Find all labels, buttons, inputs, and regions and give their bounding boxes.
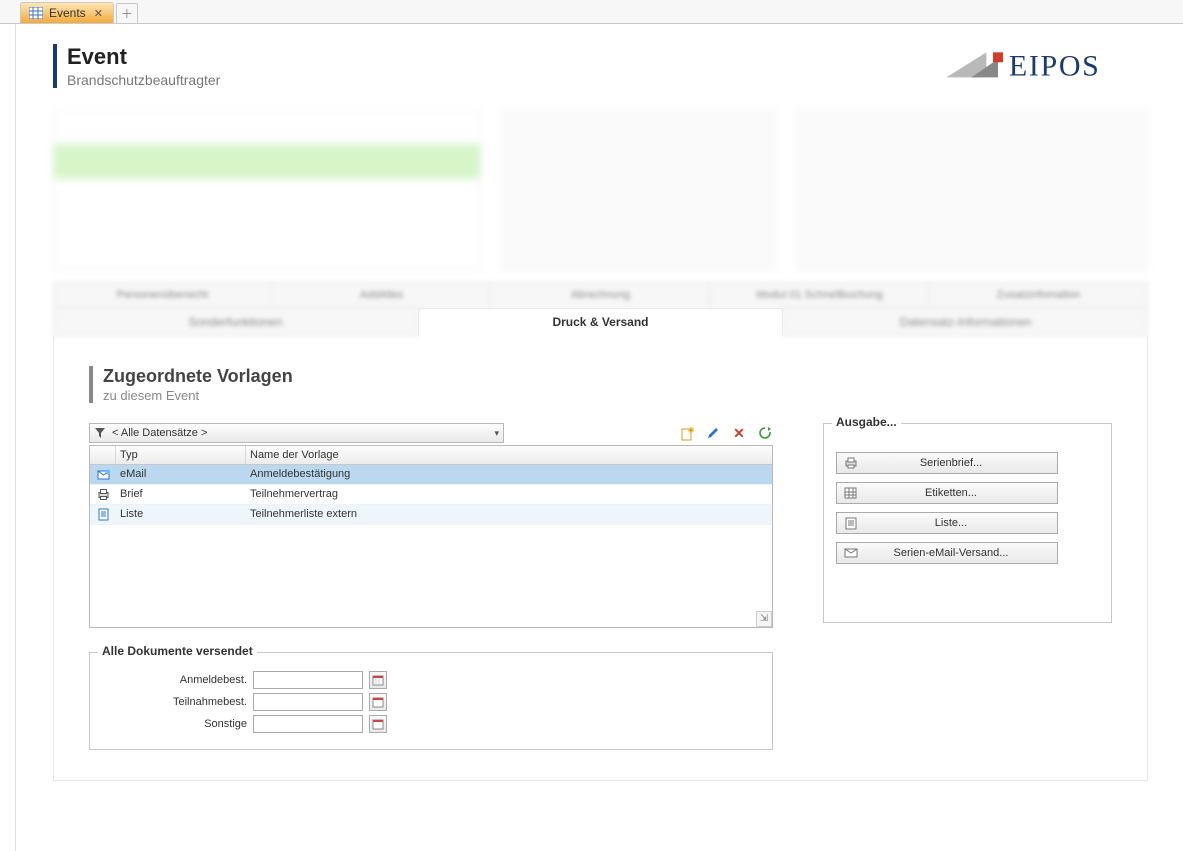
filter-text: < Alle Datensätze > (112, 427, 488, 439)
cell-typ: Brief (116, 485, 246, 504)
tab-zusatz[interactable]: Zusatzinfomation (929, 282, 1148, 308)
logo: EIPOS (928, 44, 1148, 84)
tab-modul01[interactable]: Modul 01 Schnellbuchung (710, 282, 929, 308)
table-row[interactable]: eMailAnmeldebestätigung (90, 465, 772, 485)
summary-card-general (53, 110, 481, 270)
cell-name: Teilnehmervertrag (246, 485, 772, 504)
section-title: Zugeordnete Vorlagen (103, 366, 1112, 387)
vorlagen-table: Typ Name der Vorlage eMailAnmeldebestäti… (89, 445, 773, 628)
col-icon[interactable] (90, 446, 116, 464)
grid-icon (837, 487, 865, 499)
liste-button[interactable]: Liste... (836, 512, 1058, 534)
table-icon (29, 7, 43, 19)
teilnahmebest-input[interactable] (253, 693, 363, 711)
cell-name: Anmeldebestätigung (246, 465, 772, 484)
serienbrief-button[interactable]: Serienbrief... (836, 452, 1058, 474)
tab-druck-versand[interactable]: Druck & Versand (418, 308, 783, 336)
sonstige-datepicker[interactable] (369, 715, 387, 733)
expand-handle[interactable]: ⇲ (756, 611, 772, 627)
col-typ[interactable]: Typ (116, 446, 246, 464)
cell-typ: eMail (116, 465, 246, 484)
list-icon (90, 505, 116, 524)
alle-dokumente-legend: Alle Dokumente versendet (98, 644, 257, 658)
teilnahmebest-datepicker[interactable] (369, 693, 387, 711)
chevron-down-icon: ▾ (494, 428, 499, 439)
page-subtitle: Brandschutzbeauftragter (67, 72, 220, 88)
teilnahmebest-label: Teilnahmebest. (102, 696, 247, 708)
close-icon[interactable]: ✕ (92, 7, 105, 20)
tab-addalles[interactable]: AddAlles (272, 282, 491, 308)
tab-strip: Events ✕ ＋ (0, 0, 1183, 24)
edit-record-button[interactable] (705, 425, 721, 441)
page-header: Event Brandschutzbeauftragter EIPOS (53, 44, 1148, 88)
anmeldebest-label: Anmeldebest. (102, 674, 247, 686)
gutter (0, 24, 16, 851)
refresh-button[interactable] (757, 425, 773, 441)
ausgabe-legend: Ausgabe... (832, 415, 901, 429)
section-tabs-bottom: Sonderfunktionen Druck & Versand Datensa… (53, 308, 1148, 336)
list-icon (837, 517, 865, 530)
alle-dokumente-fieldset: Alle Dokumente versendet Anmeldebest. Te… (89, 652, 773, 750)
sonstige-input[interactable] (253, 715, 363, 733)
delete-record-button[interactable]: ✕ (731, 425, 747, 441)
table-row[interactable]: ListeTeilnehmerliste extern (90, 505, 772, 525)
table-row[interactable]: BriefTeilnehmervertrag (90, 485, 772, 505)
cell-name: Teilnehmerliste extern (246, 505, 772, 524)
tab-events[interactable]: Events ✕ (20, 2, 114, 23)
section-tabs-top: Personenübersicht AddAlles Abrechnung Mo… (53, 282, 1148, 308)
tab-abrechnung[interactable]: Abrechnung (491, 282, 710, 308)
serien-email-button[interactable]: Serien-eMail-Versand... (836, 542, 1058, 564)
funnel-icon (94, 427, 106, 439)
sonstige-label: Sonstige (102, 718, 247, 730)
summary-card-dates (501, 110, 777, 270)
section-subtitle: zu diesem Event (103, 388, 1112, 403)
summary-row (53, 110, 1148, 270)
cell-typ: Liste (116, 505, 246, 524)
tab-datensatz-info[interactable]: Datensatz-Informationen (783, 308, 1148, 336)
anmeldebest-input[interactable] (253, 671, 363, 689)
tab-personen[interactable]: Personenübersicht (53, 282, 272, 308)
page-title: Event (67, 44, 220, 70)
mail-icon (90, 465, 116, 484)
new-record-button[interactable]: ✶ (679, 425, 695, 441)
svg-text:✶: ✶ (688, 428, 692, 434)
druck-versand-panel: Zugeordnete Vorlagen zu diesem Event < A… (53, 336, 1148, 781)
tab-sonderfunktionen[interactable]: Sonderfunktionen (53, 308, 418, 336)
summary-card-stats (796, 110, 1148, 270)
mail-icon (837, 548, 865, 558)
print-icon (90, 485, 116, 504)
col-name[interactable]: Name der Vorlage (246, 446, 772, 464)
tab-label: Events (49, 6, 86, 20)
anmeldebest-datepicker[interactable] (369, 671, 387, 689)
etiketten-button[interactable]: Etiketten... (836, 482, 1058, 504)
ausgabe-fieldset: Ausgabe... Serienbrief... Etiketten... L… (823, 423, 1112, 623)
svg-text:EIPOS: EIPOS (1009, 50, 1101, 83)
add-tab-button[interactable]: ＋ (116, 3, 138, 23)
filter-dropdown[interactable]: < Alle Datensätze > ▾ (89, 423, 504, 443)
print-icon (837, 457, 865, 469)
